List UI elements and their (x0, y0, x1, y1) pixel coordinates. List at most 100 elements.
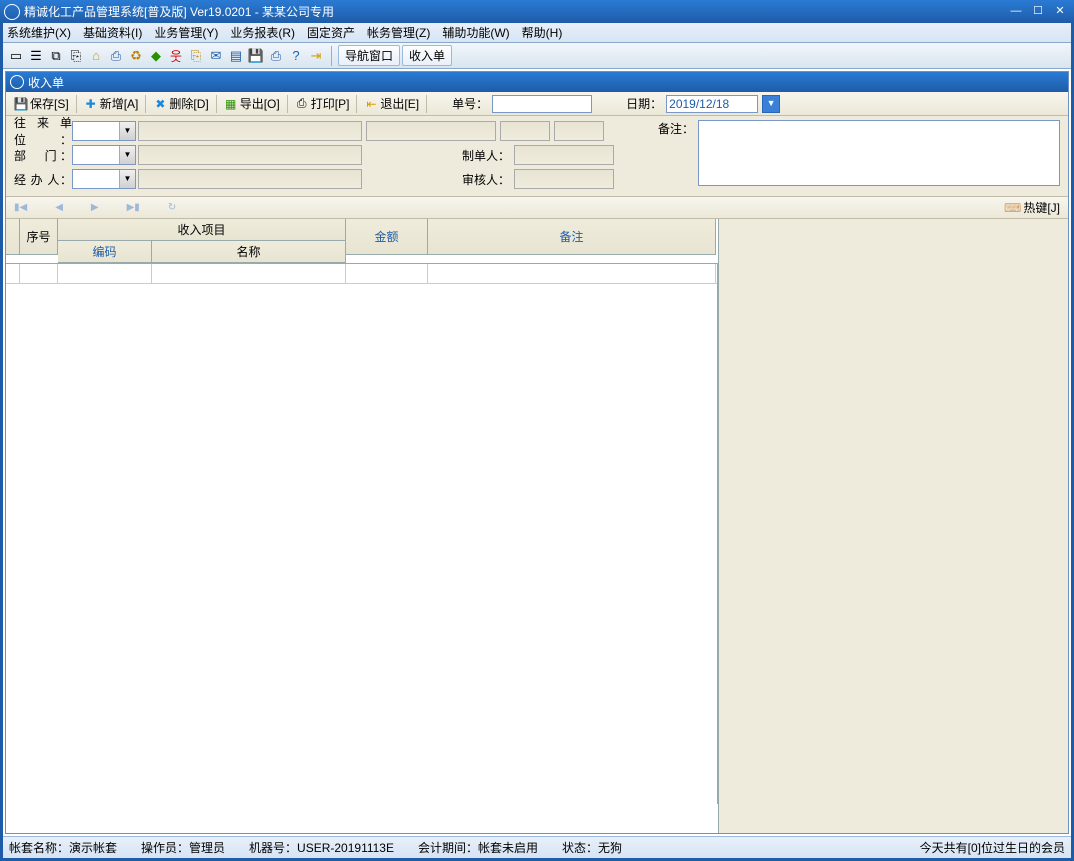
operator-name-field[interactable] (138, 169, 362, 189)
tool-icon-1[interactable]: ▭ (7, 47, 25, 65)
unit-combo[interactable]: ▼ (72, 121, 136, 141)
date-label: 日期： (626, 95, 662, 112)
tool-icon-7[interactable]: ♻ (127, 47, 145, 65)
date-picker-button[interactable]: ▼ (762, 95, 780, 113)
hotkey-button[interactable]: ⌨ 热键[J] (1004, 199, 1060, 216)
unit-ext1-field[interactable] (366, 121, 496, 141)
keyboard-icon: ⌨ (1004, 201, 1021, 215)
dept-combo[interactable]: ▼ (72, 145, 136, 165)
toolbar-separator (331, 46, 332, 66)
tool-print-icon[interactable]: ⎙ (267, 47, 285, 65)
unit-ext3-field[interactable] (554, 121, 604, 141)
title-bar: 精诚化工产品管理系统[普及版] Ver19.0201 - 某某公司专用 — ☐ … (0, 0, 1074, 23)
nav-last-button[interactable]: ▶▮ (127, 202, 140, 213)
form-area: 往来单位： ▼ 部 门： ▼ 制单人： 经 办 人： ▼ 审核人： (6, 116, 1068, 197)
menu-bar: 系统维护(X) 基础资料(I) 业务管理(Y) 业务报表(R) 固定资产 帐务管… (3, 23, 1071, 43)
tool-users-icon[interactable]: 웃 (167, 47, 185, 65)
app-icon (4, 4, 20, 20)
status-birthday: 今天共有[0]位过生日的会员 (920, 839, 1065, 856)
save-icon: 💾 (14, 97, 28, 111)
tool-icon-4[interactable]: ⎘ (67, 47, 85, 65)
bill-no-input[interactable] (492, 95, 592, 113)
menu-basedata[interactable]: 基础资料(I) (83, 24, 142, 41)
tool-exit-icon[interactable]: ⇥ (307, 47, 325, 65)
chevron-down-icon[interactable]: ▼ (119, 122, 135, 140)
sub-app-icon (10, 75, 24, 89)
tool-icon-3[interactable]: ⧉ (47, 47, 65, 65)
unit-ext2-field[interactable] (500, 121, 550, 141)
tool-icon-2[interactable]: ☰ (27, 47, 45, 65)
date-field: 日期： ▼ (626, 95, 780, 113)
remark-textarea[interactable] (698, 120, 1060, 186)
grid-header: 序号 收入项目 编码 名称 金额 备注 (6, 219, 718, 264)
nav-prev-button[interactable]: ◀ (55, 202, 63, 213)
tool-icon-5[interactable]: ⌂ (87, 47, 105, 65)
dept-label: 部 门： (14, 147, 72, 164)
unit-label: 往来单位： (14, 114, 72, 148)
maker-field[interactable] (514, 145, 614, 165)
col-income-item[interactable]: 收入项目 (58, 219, 346, 241)
col-code[interactable]: 编码 (58, 241, 152, 263)
sub-title-bar: 收入单 (6, 72, 1068, 92)
status-state: 状态：无狗 (562, 839, 622, 856)
grid-body[interactable] (6, 264, 718, 804)
chevron-down-icon[interactable]: ▼ (119, 170, 135, 188)
auditor-field[interactable] (514, 169, 614, 189)
col-name[interactable]: 名称 (152, 241, 346, 263)
minimize-button[interactable]: — (1006, 5, 1026, 19)
chevron-down-icon[interactable]: ▼ (119, 146, 135, 164)
tool-save-icon[interactable]: 💾 (247, 47, 265, 65)
auditor-label: 审核人： (462, 171, 510, 188)
save-button[interactable]: 💾保存[S] (12, 95, 71, 112)
exit-icon: ⇤ (364, 97, 378, 111)
menu-help[interactable]: 帮助(H) (522, 24, 563, 41)
col-amount[interactable]: 金额 (346, 219, 428, 255)
status-account: 帐套名称：演示帐套 (9, 839, 117, 856)
export-icon: ▦ (224, 97, 238, 111)
col-selector[interactable] (6, 219, 20, 255)
income-subwindow: 收入单 💾保存[S] ✚新增[A] ✖删除[D] ▦导出[O] ⎙打印[P] ⇤… (5, 71, 1069, 834)
col-seq[interactable]: 序号 (20, 219, 58, 255)
tool-icon-8[interactable]: ◆ (147, 47, 165, 65)
nav-first-button[interactable]: ▮◀ (14, 202, 27, 213)
tool-icon-11[interactable]: ✉ (207, 47, 225, 65)
menu-system[interactable]: 系统维护(X) (7, 24, 71, 41)
menu-report[interactable]: 业务报表(R) (230, 24, 295, 41)
income-tab-button[interactable]: 收入单 (402, 45, 452, 66)
nav-window-button[interactable]: 导航窗口 (338, 45, 400, 66)
print-icon: ⎙ (295, 97, 309, 111)
tool-icon-10[interactable]: ⎘ (187, 47, 205, 65)
status-operator: 操作员：管理员 (141, 839, 225, 856)
nav-refresh-button[interactable]: ↻ (168, 202, 176, 213)
menu-asset[interactable]: 固定资产 (307, 24, 355, 41)
maximize-button[interactable]: ☐ (1028, 5, 1048, 19)
bill-no-label: 单号： (452, 95, 488, 112)
nav-next-button[interactable]: ▶ (91, 202, 99, 213)
tool-icon-6[interactable]: ⎙ (107, 47, 125, 65)
date-input[interactable] (666, 95, 758, 113)
menu-aux[interactable]: 辅助功能(W) (442, 24, 509, 41)
table-area: 序号 收入项目 编码 名称 金额 备注 (6, 219, 1068, 833)
tool-icon-12[interactable]: ▤ (227, 47, 245, 65)
unit-name-field[interactable] (138, 121, 362, 141)
operator-combo[interactable]: ▼ (72, 169, 136, 189)
table-row[interactable] (6, 264, 717, 284)
close-button[interactable]: ✕ (1050, 5, 1070, 19)
dept-name-field[interactable] (138, 145, 362, 165)
bill-no-field: 单号： (452, 95, 592, 113)
add-button[interactable]: ✚新增[A] (82, 95, 141, 112)
window-title: 精诚化工产品管理系统[普及版] Ver19.0201 - 某某公司专用 (24, 3, 1004, 20)
delete-icon: ✖ (153, 97, 167, 111)
action-toolbar: 💾保存[S] ✚新增[A] ✖删除[D] ▦导出[O] ⎙打印[P] ⇤退出[E… (6, 92, 1068, 116)
export-button[interactable]: ▦导出[O] (222, 95, 282, 112)
print-button[interactable]: ⎙打印[P] (293, 95, 352, 112)
tool-help-icon[interactable]: ? (287, 47, 305, 65)
col-remark[interactable]: 备注 (428, 219, 716, 255)
menu-account[interactable]: 帐务管理(Z) (367, 24, 430, 41)
status-bar: 帐套名称：演示帐套 操作员：管理员 机器号：USER-20191113E 会计期… (3, 836, 1071, 858)
delete-button[interactable]: ✖删除[D] (151, 95, 210, 112)
data-grid: 序号 收入项目 编码 名称 金额 备注 (6, 219, 718, 833)
maker-label: 制单人： (462, 147, 510, 164)
exit-button[interactable]: ⇤退出[E] (362, 95, 421, 112)
menu-business[interactable]: 业务管理(Y) (154, 24, 218, 41)
